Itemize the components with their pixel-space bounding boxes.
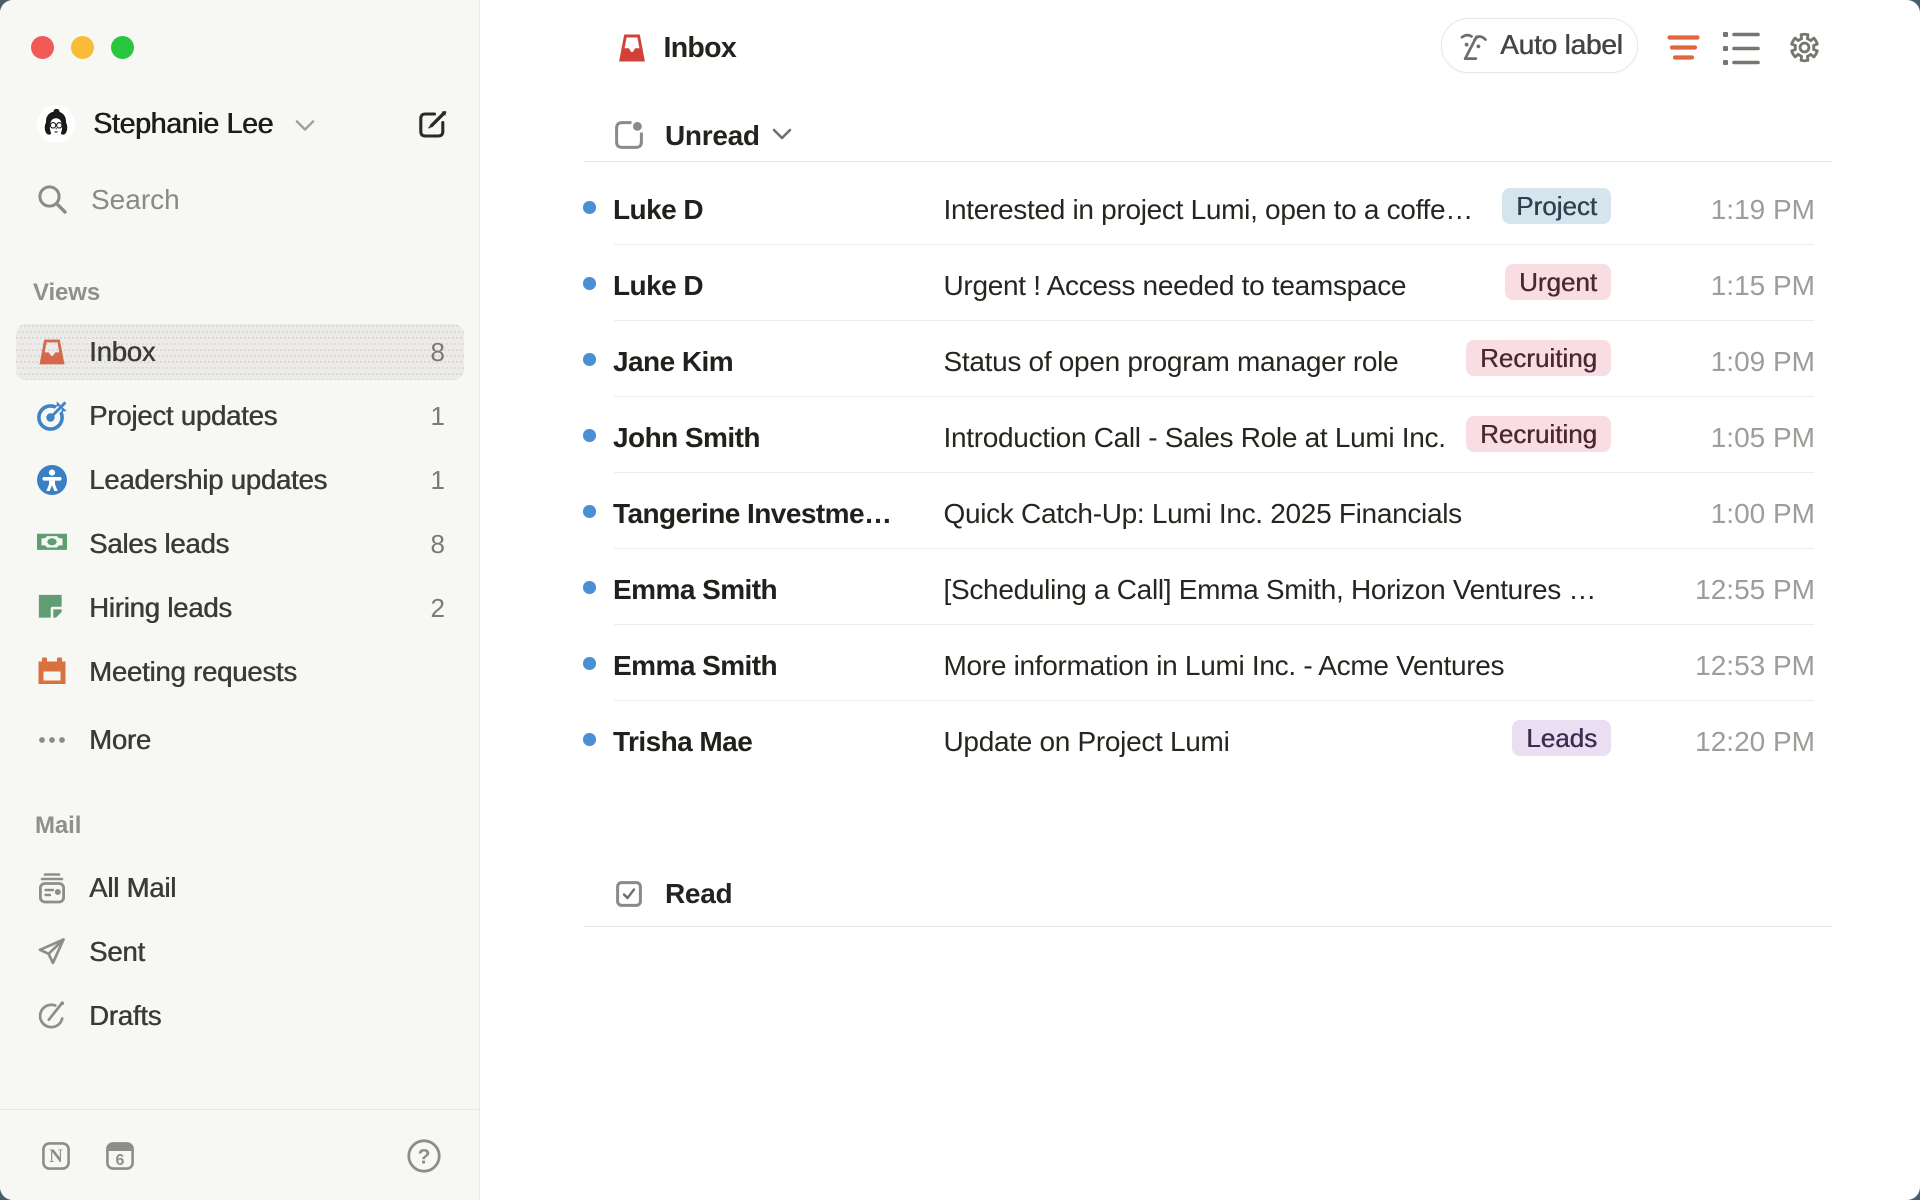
svg-text:N: N [49, 1146, 63, 1167]
svg-text:?: ? [418, 1146, 431, 1169]
svg-text:6: 6 [116, 1152, 125, 1169]
